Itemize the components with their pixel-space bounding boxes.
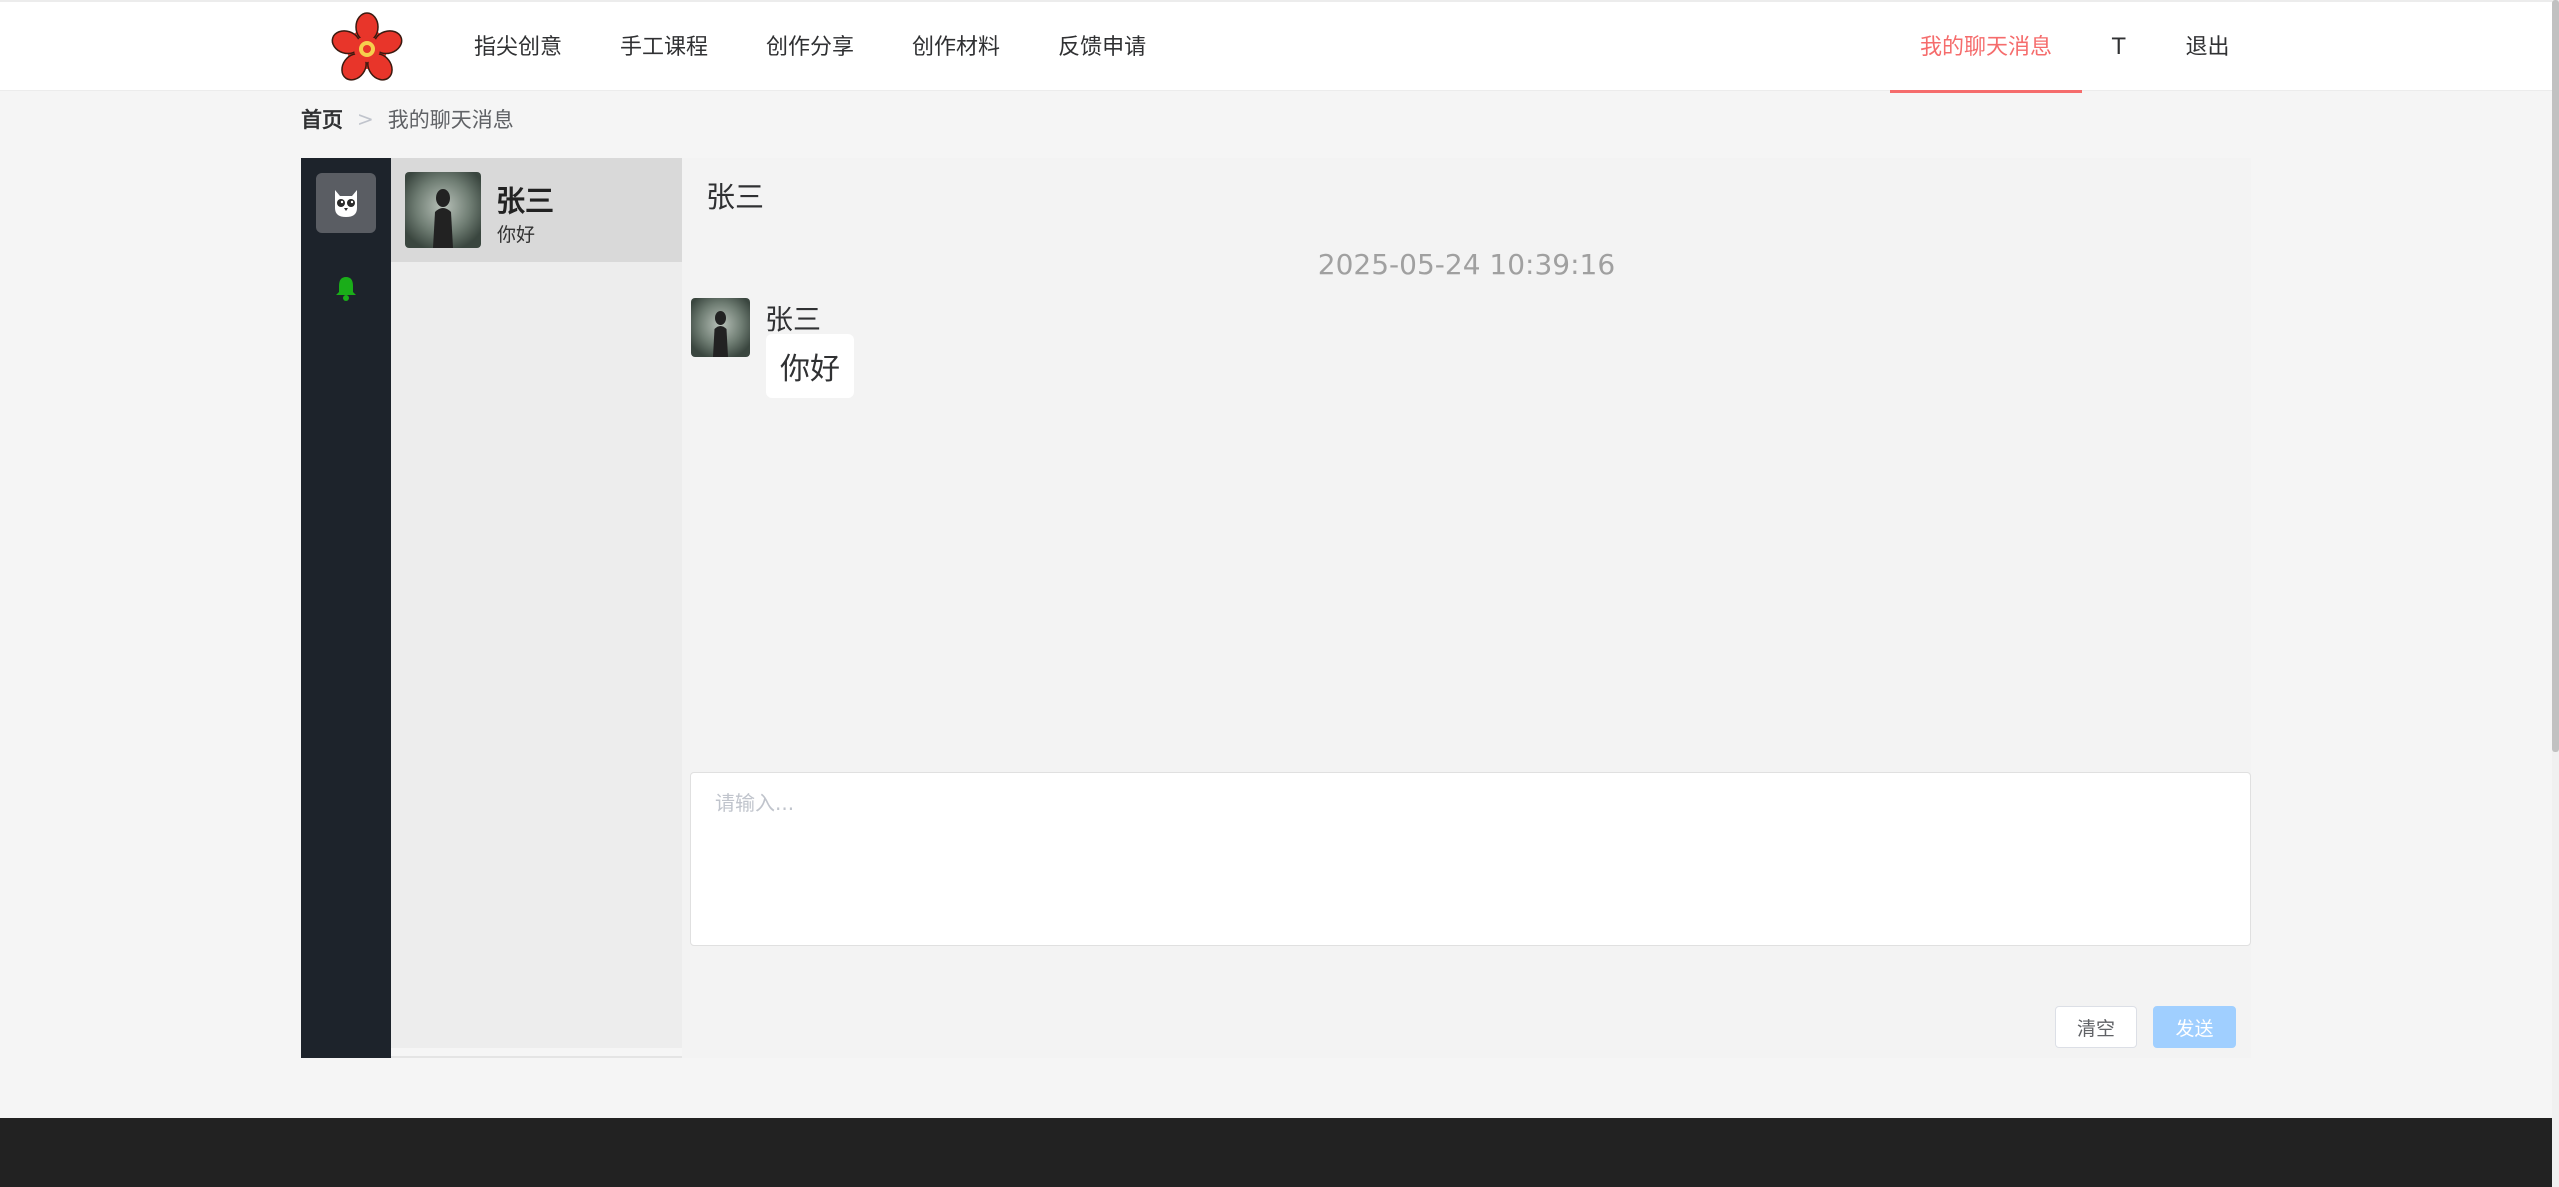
chat-window: 张三 你好 张三 2025-05-24 10:39:16 张三 你好 清空 发送 bbox=[301, 158, 2251, 1058]
flower-logo-icon[interactable] bbox=[330, 12, 404, 86]
top-header: 指尖创意 手工课程 创作分享 创作材料 反馈申请 我的聊天消息 T 退出 bbox=[0, 0, 2559, 93]
chat-title: 张三 bbox=[706, 180, 765, 214]
logout-link[interactable]: 退出 bbox=[2155, 2, 2259, 93]
breadcrumb: 首页 > 我的聊天消息 bbox=[301, 104, 514, 134]
message-avatar bbox=[691, 298, 750, 357]
scrollbar-thumb[interactable] bbox=[2552, 0, 2559, 752]
page-scrollbar[interactable] bbox=[2552, 0, 2559, 1187]
nav-item-creative[interactable]: 指尖创意 bbox=[445, 2, 591, 93]
nav-item-my-messages[interactable]: 我的聊天消息 bbox=[1890, 2, 2083, 93]
main-nav: 指尖创意 手工课程 创作分享 创作材料 反馈申请 bbox=[445, 2, 1175, 93]
nav-item-materials[interactable]: 创作材料 bbox=[883, 2, 1029, 93]
nav-item-courses[interactable]: 手工课程 bbox=[591, 2, 737, 93]
clear-button[interactable]: 清空 bbox=[2055, 1006, 2137, 1048]
send-button[interactable]: 发送 bbox=[2153, 1006, 2236, 1048]
breadcrumb-separator-icon: > bbox=[357, 107, 374, 131]
page-footer bbox=[0, 1118, 2552, 1187]
breadcrumb-home[interactable]: 首页 bbox=[301, 104, 343, 134]
message-input[interactable] bbox=[690, 772, 2251, 946]
chat-main: 张三 2025-05-24 10:39:16 张三 你好 清空 发送 bbox=[682, 158, 2251, 1058]
contact-last-message: 你好 bbox=[497, 224, 536, 246]
contact-list: 张三 你好 bbox=[391, 158, 682, 1048]
chat-sidebar bbox=[301, 158, 391, 1058]
user-nav: 我的聊天消息 T 退出 bbox=[1890, 2, 2259, 93]
owl-avatar-icon[interactable] bbox=[316, 173, 376, 233]
message-timestamp: 2025-05-24 10:39:16 bbox=[1317, 248, 1616, 281]
message-sender: 张三 bbox=[765, 303, 822, 336]
nav-item-user[interactable]: T bbox=[2082, 2, 2155, 93]
contact-item[interactable]: 张三 你好 bbox=[391, 158, 682, 262]
nav-item-feedback[interactable]: 反馈申请 bbox=[1029, 2, 1175, 93]
nav-item-share[interactable]: 创作分享 bbox=[737, 2, 883, 93]
breadcrumb-current: 我的聊天消息 bbox=[387, 108, 514, 132]
bell-icon[interactable] bbox=[331, 273, 361, 303]
message-bubble: 你好 bbox=[766, 334, 854, 398]
contact-avatar bbox=[405, 172, 481, 248]
contact-name: 张三 bbox=[496, 184, 555, 218]
